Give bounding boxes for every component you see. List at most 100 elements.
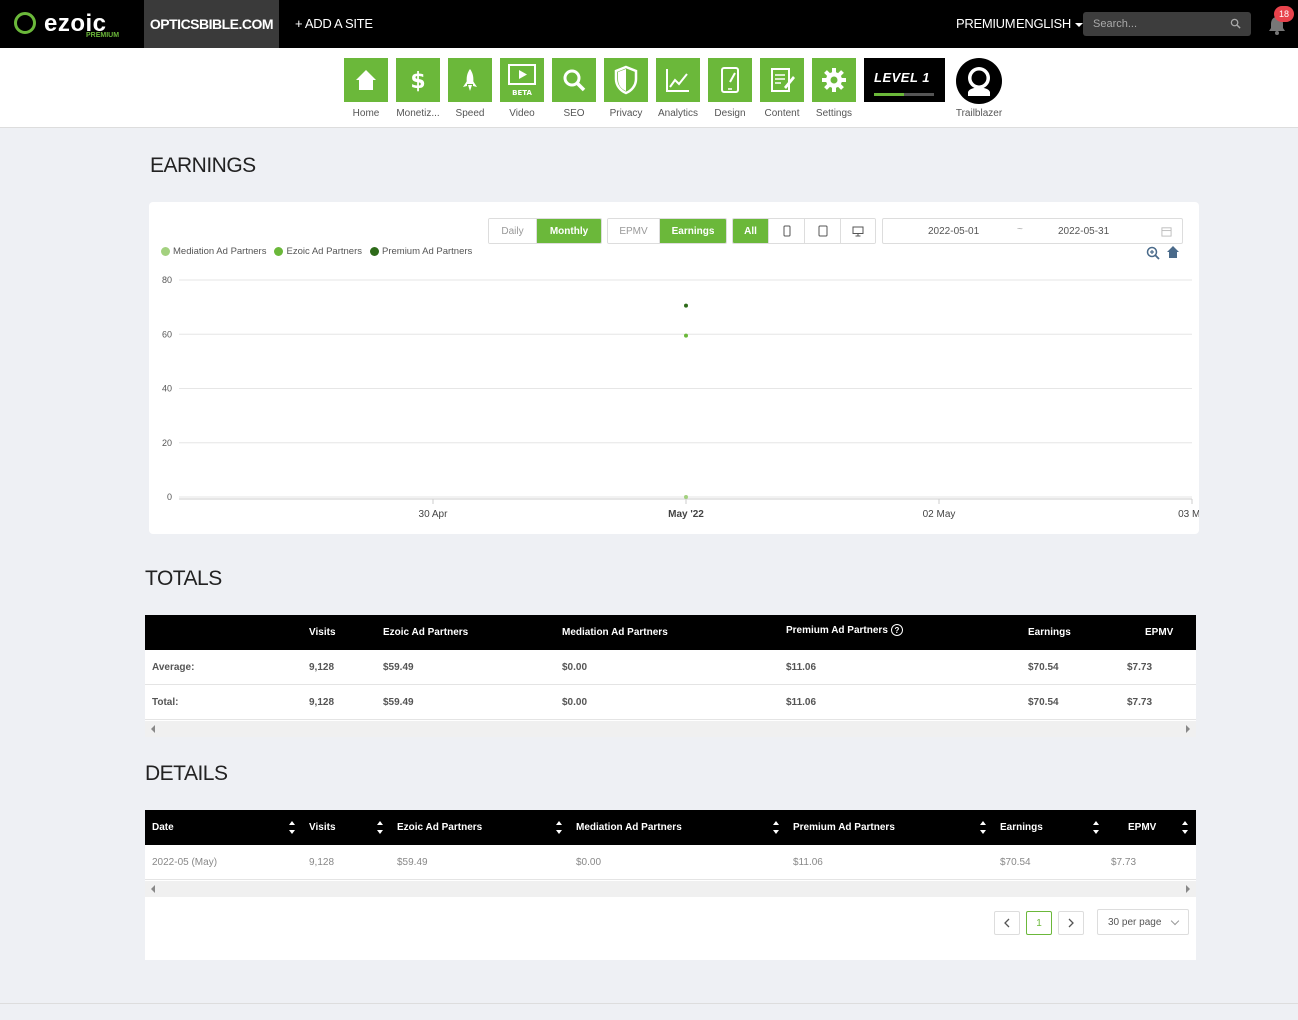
mobile-design-icon [721, 67, 739, 93]
page-number-button[interactable]: 1 [1026, 911, 1052, 935]
sort-icon[interactable] [555, 820, 563, 835]
nav-content[interactable]: Content [760, 58, 804, 119]
beta-badge: BETA [512, 89, 532, 97]
legend-swatch [274, 247, 284, 256]
all-devices-button[interactable]: All [733, 219, 769, 243]
site-selector[interactable]: OPTICSBIBLE.COM [144, 0, 279, 48]
scroll-left-icon[interactable] [151, 725, 155, 733]
cell-premium: $11.06 [786, 697, 817, 708]
level-progress-bar [874, 93, 934, 96]
cell-ezoic: $59.49 [397, 857, 428, 868]
date-separator: ~ [1017, 224, 1023, 235]
date-range-picker[interactable]: 2022-05-01 ~ 2022-05-31 [882, 218, 1183, 244]
epmv-button[interactable]: EPMV [608, 219, 660, 243]
add-site-link[interactable]: + ADD A SITE [295, 16, 373, 31]
daily-button[interactable]: Daily [489, 219, 537, 243]
per-page-select[interactable]: 30 per page [1097, 909, 1189, 935]
ezoic-logo[interactable]: ezoic PREMIUM [14, 8, 124, 40]
magnifier-icon [563, 69, 586, 92]
sort-icon[interactable] [376, 820, 384, 835]
nav-video[interactable]: BETA Video [500, 58, 544, 119]
help-icon[interactable]: ? [890, 624, 903, 636]
scroll-left-icon[interactable] [151, 885, 155, 893]
nav-settings[interactable]: Settings [812, 58, 856, 119]
sort-icon[interactable] [772, 820, 780, 835]
next-page-button[interactable] [1058, 911, 1084, 935]
mobile-device-button[interactable] [769, 219, 805, 243]
legend-item[interactable]: Mediation Ad Partners [161, 246, 266, 257]
trailblazer-label: Trailblazer [955, 108, 1003, 119]
scroll-right-icon[interactable] [1186, 725, 1190, 733]
cell-mediation: $0.00 [576, 857, 602, 868]
nav-design[interactable]: Design [708, 58, 752, 119]
device-toggle: All [732, 218, 876, 244]
cell-earnings: $70.54 [1000, 857, 1031, 868]
header-earnings[interactable]: Earnings [1000, 822, 1043, 833]
legend-item[interactable]: Premium Ad Partners [370, 246, 472, 257]
chevron-down-icon [1170, 916, 1180, 926]
cell-earnings: $70.54 [1028, 662, 1059, 673]
search-icon[interactable] [1230, 18, 1241, 29]
header-visits[interactable]: Visits [309, 822, 336, 833]
search-input[interactable] [1083, 12, 1223, 36]
details-table: Date Visits Ezoic Ad Partners Mediation … [145, 810, 1196, 960]
table-row: Total: 9,128 $59.49 $0.00 $11.06 $70.54 … [145, 685, 1196, 720]
reset-zoom-home-icon[interactable] [1166, 245, 1180, 259]
cell-mediation: $0.00 [562, 697, 588, 708]
horizontal-scrollbar[interactable] [145, 881, 1196, 897]
y-tick-label: 20 [162, 438, 172, 448]
language-dropdown[interactable]: ENGLISH [1016, 16, 1083, 31]
sort-icon[interactable] [1092, 820, 1100, 835]
nav-privacy[interactable]: Privacy [604, 58, 648, 119]
legend-item[interactable]: Ezoic Ad Partners [274, 246, 362, 257]
nav-speed[interactable]: Speed [448, 58, 492, 119]
nav-analytics[interactable]: Analytics [656, 58, 700, 119]
home-icon [356, 70, 376, 90]
date-to: 2022-05-31 [1058, 226, 1110, 237]
nav-label: Privacy [609, 108, 643, 119]
earnings-button[interactable]: Earnings [660, 219, 726, 243]
nav-seo[interactable]: SEO [552, 58, 596, 119]
nav-monetization[interactable]: $ Monetiz... [396, 58, 440, 119]
sort-icon[interactable] [1181, 820, 1189, 835]
header-premium-ad-partners[interactable]: Premium Ad Partners [793, 822, 895, 833]
document-edit-icon [771, 68, 795, 92]
trailblazer-avatar[interactable] [956, 58, 1002, 104]
x-tick-label: 02 May [923, 509, 956, 520]
per-page-label: 30 per page [1108, 916, 1162, 928]
sort-icon[interactable] [979, 820, 987, 835]
level-badge[interactable]: LEVEL 1 [864, 58, 945, 102]
feature-nav: Home $ Monetiz... Speed BETA Video SEO P… [0, 48, 1298, 128]
monthly-button[interactable]: Monthly [537, 219, 601, 243]
cell-epmv: $7.73 [1127, 697, 1153, 708]
header-epmv: EPMV [1145, 627, 1174, 638]
details-title: DETAILS [145, 762, 228, 785]
header-mediation-ad-partners[interactable]: Mediation Ad Partners [576, 822, 682, 833]
tablet-device-button[interactable] [805, 219, 841, 243]
desktop-device-button[interactable] [841, 219, 875, 243]
header-epmv[interactable]: EPMV [1128, 822, 1156, 833]
cell-premium: $11.06 [786, 662, 817, 673]
scroll-right-icon[interactable] [1186, 885, 1190, 893]
earnings-title: EARNINGS [150, 154, 256, 177]
legend-label: Premium Ad Partners [382, 246, 473, 257]
header-ezoic-ad-partners[interactable]: Ezoic Ad Partners [397, 822, 482, 833]
zoom-icon[interactable] [1146, 246, 1160, 260]
header-premium-label: Premium Ad Partners [786, 624, 888, 636]
svg-text:$: $ [410, 69, 425, 93]
header-date[interactable]: Date [152, 822, 174, 833]
premium-link[interactable]: PREMIUM [956, 16, 1016, 31]
language-label: ENGLISH [1016, 16, 1071, 31]
cell-epmv: $7.73 [1111, 857, 1137, 868]
sort-icon[interactable] [288, 820, 296, 835]
chart-legend: Mediation Ad Partners Ezoic Ad Partners … [161, 246, 472, 257]
nav-label: Content [764, 108, 800, 119]
footer-divider [0, 1003, 1298, 1004]
horizontal-scrollbar[interactable] [145, 721, 1196, 737]
chevron-right-icon [1068, 918, 1074, 928]
nav-home[interactable]: Home [344, 58, 388, 119]
header-visits: Visits [309, 627, 336, 638]
data-point [684, 333, 688, 338]
prev-page-button[interactable] [994, 911, 1020, 935]
totals-header: Visits Ezoic Ad Partners Mediation Ad Pa… [145, 615, 1196, 650]
